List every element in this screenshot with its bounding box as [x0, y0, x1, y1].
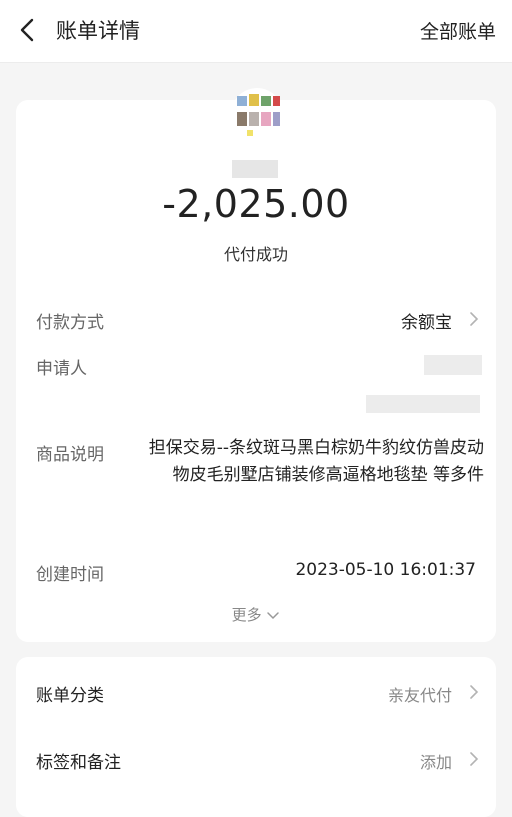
applicant-name-redacted: [424, 355, 482, 375]
category-label: 账单分类: [36, 686, 104, 706]
created-time-label: 创建时间: [36, 565, 104, 585]
payment-method-label: 付款方式: [36, 313, 104, 333]
back-arrow-icon[interactable]: [14, 16, 42, 44]
more-label: 更多: [231, 606, 262, 624]
transaction-status: 代付成功: [223, 245, 288, 264]
product-label: 商品说明: [36, 445, 104, 465]
clothing-collage-icon: [237, 94, 280, 136]
product-description: 担保交易--条纹斑马黑白棕奶牛豹纹仿兽皮动物皮毛别墅店铺装修高逼格地毯垫 等多件: [148, 438, 484, 485]
all-bills-link[interactable]: 全部账单: [420, 17, 496, 44]
category-value[interactable]: 亲友代付: [388, 682, 452, 706]
chevron-right-icon[interactable]: [468, 750, 480, 768]
payment-method-value[interactable]: 余额宝: [401, 308, 452, 333]
top-bar: 账单详情 全部账单: [0, 0, 512, 63]
merchant-avatar: [231, 88, 283, 140]
more-toggle[interactable]: 更多: [16, 604, 496, 625]
tags-notes-label: 标签和备注: [36, 753, 121, 773]
chevron-down-icon: [267, 611, 280, 619]
applicant-label: 申请人: [36, 359, 87, 379]
amount: -2,025.00: [162, 182, 350, 226]
bill-extras-card: 账单分类 亲友代付 标签和备注 添加: [16, 657, 496, 817]
chevron-right-icon[interactable]: [468, 683, 480, 701]
applicant-account-redacted: [366, 395, 480, 413]
payee-name-redacted: [232, 160, 278, 178]
page-title: 账单详情: [56, 19, 140, 43]
chevron-right-icon[interactable]: [468, 310, 480, 328]
tags-notes-add[interactable]: 添加: [420, 749, 452, 773]
created-time-value: 2023-05-10 16:01:37: [295, 560, 476, 580]
bill-summary-card: -2,025.00 代付成功 付款方式 余额宝 申请人 商品说明 担保交易--条…: [16, 88, 496, 642]
